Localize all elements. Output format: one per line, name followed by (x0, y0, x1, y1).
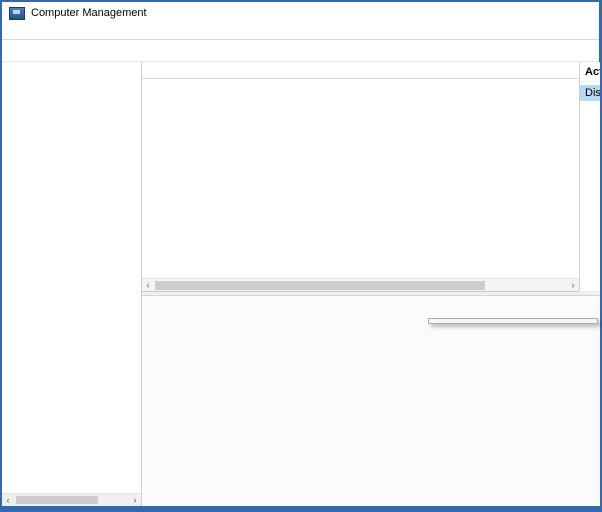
volume-context-menu (428, 318, 598, 324)
title-bar: Computer Management (2, 2, 599, 24)
window-title: Computer Management (31, 7, 147, 19)
volume-table-header (142, 62, 579, 79)
scroll-right-icon[interactable]: › (129, 495, 141, 506)
toolbar (2, 40, 599, 62)
scrollbar-thumb[interactable] (155, 281, 485, 290)
actions-pane-header: Actions (580, 62, 600, 82)
scroll-right-icon[interactable]: › (567, 280, 579, 291)
volume-list-horizontal-scrollbar[interactable]: ‹ › (142, 278, 579, 291)
scrollbar-thumb[interactable] (16, 496, 98, 504)
menu-bar (2, 24, 599, 40)
scroll-left-icon[interactable]: ‹ (2, 495, 14, 506)
app-icon (9, 7, 25, 20)
console-tree-pane: ‹ › (2, 62, 142, 506)
sidebar-horizontal-scrollbar[interactable]: ‹ › (2, 493, 141, 506)
main-area: ‹ › ‹ › Actions Disk Management (2, 62, 599, 506)
console-tree (2, 62, 141, 67)
computer-management-window: Computer Management ‹ › ‹ › (0, 0, 602, 512)
actions-pane: Actions Disk Management (579, 62, 600, 291)
actions-pane-item-disk-management[interactable]: Disk Management (580, 85, 600, 101)
center-pane: ‹ › Actions Disk Management (142, 62, 600, 506)
volume-list-panel: ‹ › (142, 62, 579, 292)
disk-graphical-panel (142, 295, 600, 506)
scroll-left-icon[interactable]: ‹ (142, 280, 154, 291)
